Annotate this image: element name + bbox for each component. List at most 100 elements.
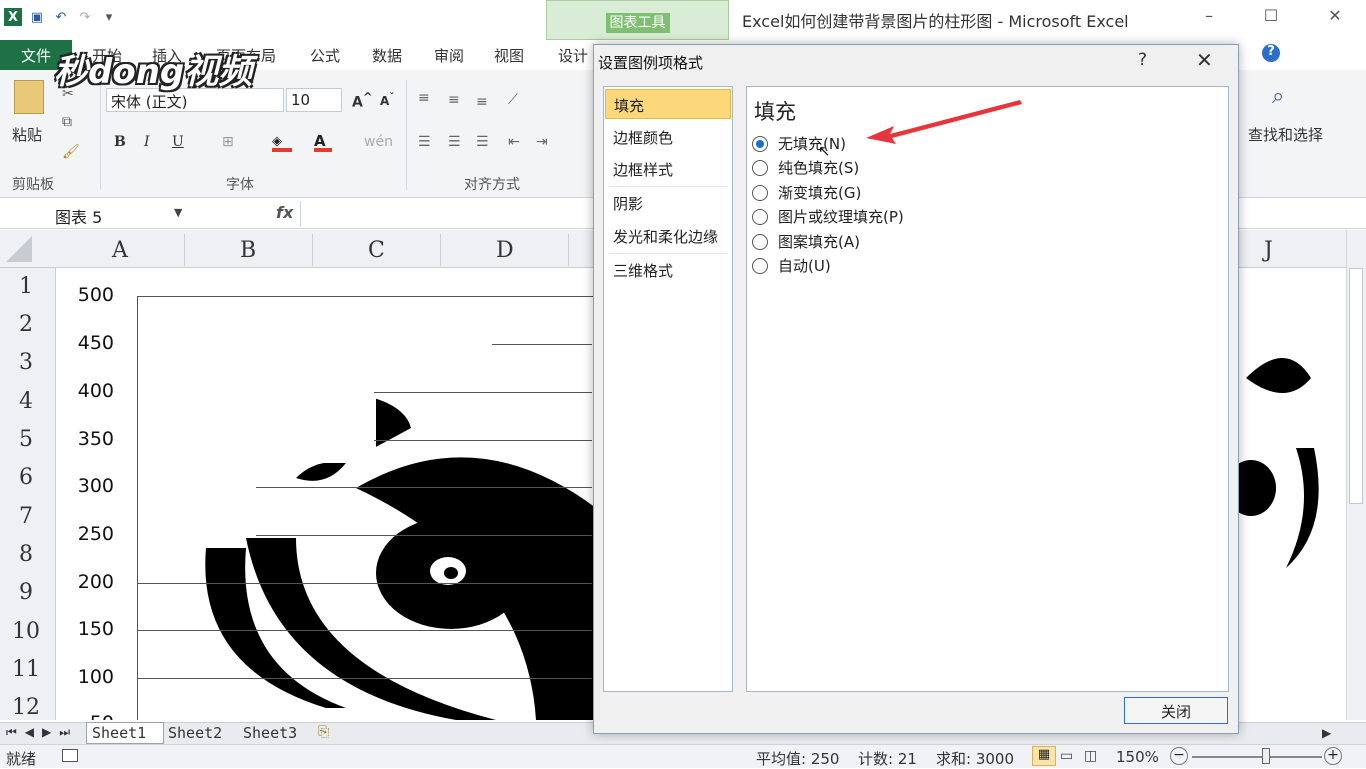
align-middle-icon[interactable]: ≡ [448, 92, 460, 108]
nav-divider [609, 186, 727, 187]
save-icon[interactable]: ▣ [28, 8, 46, 26]
radio-icon[interactable] [752, 159, 768, 176]
align-top-icon[interactable]: ≡ [418, 90, 430, 106]
fill-color-icon[interactable]: ◈ [272, 134, 292, 152]
radio-icon[interactable] [752, 184, 768, 201]
help-icon[interactable]: ? [1262, 44, 1280, 62]
zoom-level[interactable]: 150% [1116, 748, 1159, 766]
row-header[interactable]: 4 [0, 389, 52, 414]
clipboard-group-label: 剪贴板 [12, 177, 54, 193]
dialog-close-icon[interactable]: ✕ [1196, 48, 1213, 72]
row-header[interactable]: 11 [0, 657, 52, 682]
paste-button[interactable]: 粘贴 [12, 124, 42, 145]
row-header[interactable]: 1 [0, 274, 52, 299]
option-picture-fill[interactable]: 图片或纹理填充(P) [752, 206, 904, 227]
row-header[interactable]: 5 [0, 427, 52, 452]
tab-design[interactable]: 设计 [558, 45, 588, 66]
sheet-tab-2[interactable]: Sheet2 [168, 724, 222, 742]
find-select-button[interactable]: 查找和选择 [1248, 124, 1323, 145]
tab-data[interactable]: 数据 [372, 45, 402, 66]
paste-icon[interactable] [14, 80, 44, 114]
name-box[interactable]: 图表 5 [0, 201, 192, 227]
radio-icon[interactable] [752, 208, 768, 225]
sheet-tab-3[interactable]: Sheet3 [243, 724, 297, 742]
page-layout-view-icon[interactable]: ▭ [1060, 748, 1073, 764]
column-header[interactable]: D [496, 238, 514, 263]
align-left-icon[interactable]: ☰ [418, 134, 431, 150]
radio-icon[interactable] [752, 233, 768, 250]
row-header[interactable]: 3 [0, 350, 52, 375]
increase-indent-icon[interactable]: ⇥ [536, 134, 548, 150]
scroll-right-icon[interactable]: ▶ [1322, 726, 1331, 740]
row-header[interactable]: 8 [0, 542, 52, 567]
column-header[interactable]: J [1264, 238, 1273, 263]
align-bottom-icon[interactable]: ≡ [476, 94, 488, 110]
font-color-icon[interactable]: A [314, 132, 332, 152]
binoculars-icon[interactable]: ⌕ [1272, 84, 1284, 109]
name-box-dropdown-icon[interactable]: ▼ [174, 206, 182, 219]
dialog-close-button[interactable]: 关闭 [1124, 697, 1228, 724]
insert-function-icon[interactable]: fx [276, 203, 293, 222]
normal-view-icon[interactable]: ▦ [1032, 746, 1056, 766]
y-tick-label: 350 [77, 428, 114, 450]
underline-icon[interactable]: U [172, 134, 184, 150]
row-header[interactable]: 2 [0, 312, 52, 337]
align-right-icon[interactable]: ☰ [476, 134, 489, 150]
dialog-help-button[interactable]: ? [1138, 50, 1147, 70]
zoom-slider-thumb[interactable] [1262, 748, 1270, 764]
row-header[interactable]: 12 [0, 695, 52, 720]
option-solid-fill[interactable]: 纯色填充(S) [752, 157, 859, 178]
tab-review[interactable]: 审阅 [434, 45, 464, 66]
undo-icon[interactable]: ↶ [52, 8, 70, 26]
tab-view[interactable]: 视图 [494, 45, 524, 66]
maximize-button[interactable]: ☐ [1256, 6, 1286, 28]
select-all-icon[interactable] [6, 236, 32, 262]
orientation-icon[interactable]: ⟋ [508, 92, 518, 108]
row-header[interactable]: 7 [0, 504, 52, 529]
row-header[interactable]: 10 [0, 619, 52, 644]
bold-icon[interactable]: B [114, 134, 126, 150]
row-header[interactable]: 9 [0, 580, 52, 605]
zoom-in-icon[interactable]: + [1324, 747, 1342, 765]
option-gradient-fill[interactable]: 渐变填充(G) [752, 182, 861, 203]
column-header[interactable]: C [368, 238, 385, 263]
decrease-indent-icon[interactable]: ⇤ [508, 134, 520, 150]
align-center-icon[interactable]: ☰ [448, 134, 461, 150]
option-automatic[interactable]: 自动(U) [752, 255, 831, 276]
sheet-nav-arrows-icon[interactable]: ⏮◀▶⏭ [6, 725, 78, 740]
insert-sheet-icon[interactable]: ⎘ [318, 724, 329, 740]
column-header[interactable]: A [112, 238, 128, 263]
phonetic-icon[interactable]: wén [364, 134, 393, 150]
minimize-button[interactable]: – [1194, 6, 1224, 28]
italic-icon[interactable]: I [144, 134, 150, 150]
customize-qat-icon[interactable]: ▾ [100, 8, 118, 26]
redo-icon[interactable]: ↷ [76, 8, 94, 26]
nav-item-3d-format[interactable]: 三维格式 [605, 255, 731, 285]
nav-item-border-color[interactable]: 边框颜色 [605, 122, 731, 152]
option-pattern-fill[interactable]: 图案填充(A) [752, 231, 860, 252]
radio-icon[interactable] [752, 257, 768, 274]
shrink-font-icon[interactable]: Aˇ [380, 92, 394, 108]
font-size-select[interactable]: 10 [286, 88, 342, 112]
copy-icon[interactable]: ⧉ [62, 114, 72, 130]
sheet-tab-1[interactable]: Sheet1 [92, 724, 146, 742]
row-header[interactable]: 6 [0, 465, 52, 490]
column-header[interactable]: B [240, 238, 256, 263]
zoom-out-icon[interactable]: − [1170, 747, 1188, 765]
nav-item-shadow[interactable]: 阴影 [605, 188, 731, 218]
nav-item-fill[interactable]: 填充 [605, 89, 731, 119]
option-no-fill[interactable]: 无填充(N) [752, 133, 846, 154]
radio-icon[interactable] [752, 135, 768, 152]
nav-item-border-style[interactable]: 边框样式 [605, 154, 731, 184]
nav-item-glow[interactable]: 发光和柔化边缘 [605, 221, 731, 251]
borders-icon[interactable]: ⊞ [222, 134, 234, 150]
format-painter-icon[interactable]: 🖌 [62, 144, 80, 160]
macro-record-icon[interactable] [62, 749, 78, 762]
status-bar [0, 744, 1366, 768]
scrollbar-thumb[interactable] [1349, 268, 1363, 504]
page-break-view-icon[interactable]: ◫ [1084, 748, 1097, 764]
zoom-slider[interactable] [1192, 756, 1322, 758]
tab-formulas[interactable]: 公式 [310, 45, 340, 66]
close-window-button[interactable]: ✕ [1320, 6, 1350, 28]
grow-font-icon[interactable]: A^ [352, 90, 373, 111]
